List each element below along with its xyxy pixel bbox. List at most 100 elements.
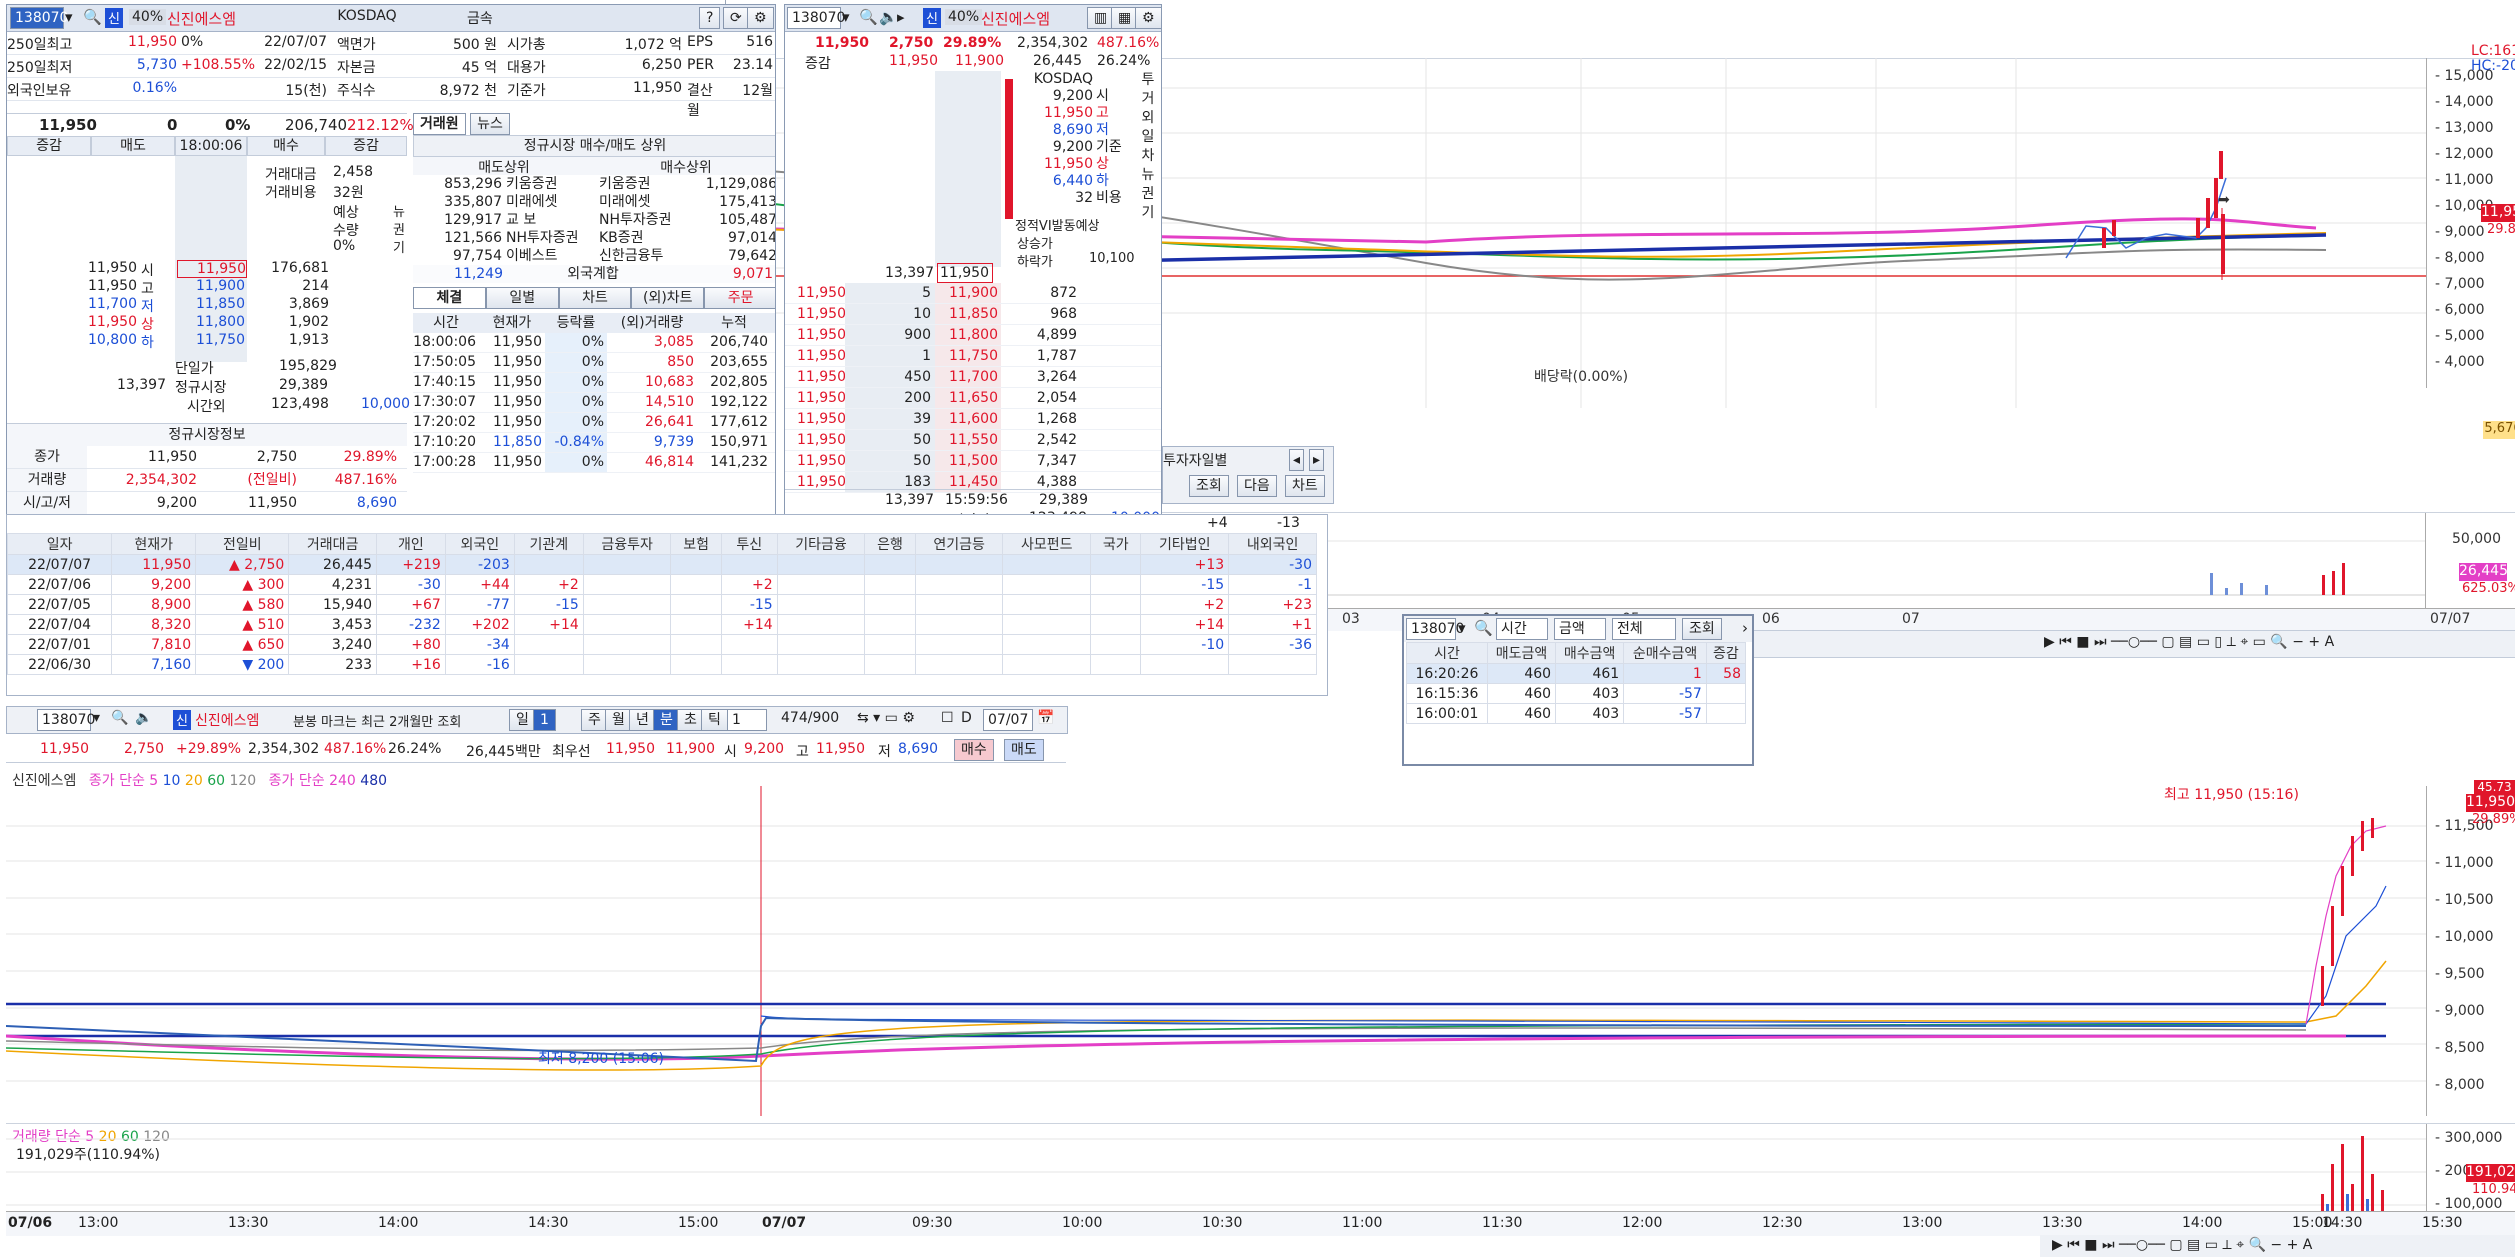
ob-arrow-icon[interactable]: ▸ bbox=[897, 8, 905, 26]
side-tag[interactable]: 뉴 bbox=[393, 204, 407, 222]
mt-period-second[interactable]: 초 bbox=[677, 709, 704, 731]
mt-period-minute[interactable]: 분 bbox=[653, 709, 680, 731]
investor-header-cell[interactable]: 금융투자 bbox=[582, 533, 672, 555]
search-icon[interactable]: 🔍 bbox=[83, 8, 102, 26]
mt-calendar-icon[interactable]: 📅 bbox=[1037, 710, 1054, 726]
ob-gear-icon[interactable]: ⚙ bbox=[1135, 7, 1161, 29]
mt-date-input[interactable]: 07/07 bbox=[983, 709, 1033, 731]
investor-row[interactable]: 22/07/05 8,900 ▲ 580 15,940 +67 -77 -15 -15 +2 +2… bbox=[7, 594, 1317, 615]
ob-bid-row[interactable]: 11,950 39 11,600 1,268 bbox=[785, 409, 1161, 430]
investor-header-cell[interactable]: 기타법인 bbox=[1140, 533, 1230, 555]
investor-header-cell[interactable]: 은행 bbox=[864, 533, 916, 555]
investor-next-icon[interactable]: ▸ bbox=[1309, 449, 1325, 471]
investor-header-cell[interactable]: 기타금융 bbox=[776, 533, 866, 555]
investor-header-cell[interactable]: 보험 bbox=[670, 533, 722, 555]
investor-table[interactable]: 일자 현재가 전일비 거래대금 개인 외국인 기관계 금융투자 보험 투신 기타금융 은행 연기금등 사모… bbox=[7, 533, 1317, 675]
tb-code-input[interactable]: 138070 bbox=[1406, 618, 1464, 640]
tab-broker[interactable]: 거래원 bbox=[413, 113, 466, 135]
investor-header-cell[interactable]: 연기금등 bbox=[914, 533, 1004, 555]
stock-name[interactable]: 신진에스엠 bbox=[167, 8, 236, 29]
ob-side-label[interactable]: 일 bbox=[1137, 128, 1159, 147]
ob-dropdown-icon[interactable]: ▾ bbox=[842, 8, 850, 26]
investor-prev-icon[interactable]: ◂ bbox=[1289, 449, 1305, 471]
mt-period-day[interactable]: 일 bbox=[509, 709, 536, 731]
tb-row[interactable]: 16:00:01 460 403 -57 bbox=[1406, 703, 1747, 724]
gear-icon[interactable]: ⚙ bbox=[747, 7, 774, 29]
ob-speaker-icon[interactable]: 🔈 bbox=[879, 8, 898, 26]
side-tags[interactable]: 뉴권기 bbox=[393, 204, 407, 258]
investor-header-cell[interactable]: 현재가 bbox=[111, 533, 197, 555]
help-button[interactable]: ? bbox=[699, 7, 721, 29]
investor-header-cell[interactable]: 일자 bbox=[7, 533, 113, 555]
tb-select-time[interactable]: 시간 bbox=[1496, 618, 1548, 640]
investor-next-button[interactable]: 다음 bbox=[1237, 475, 1277, 497]
subtab-1[interactable]: 일별 bbox=[485, 287, 559, 309]
ob-bid-row[interactable]: 11,950 450 11,700 3,264 bbox=[785, 367, 1161, 388]
ob-side-label[interactable]: 외 bbox=[1137, 109, 1159, 128]
tb-search-icon[interactable]: 🔍 bbox=[1474, 619, 1493, 637]
investor-header-cell[interactable]: 거래대금 bbox=[288, 533, 378, 555]
ob-side-label[interactable]: 투 bbox=[1137, 71, 1159, 90]
ob-bid-row[interactable]: 11,950 200 11,650 2,054 bbox=[785, 388, 1161, 409]
minute-bottom-toolbar[interactable]: ▶ ⏮ ■ ⏭ ──○── ▢ ▤ ▭ ⟂ ⌖ 🔍 − + A bbox=[2040, 1235, 2515, 1257]
mt-dropdown-icon[interactable]: ▾ bbox=[93, 710, 100, 726]
ob-bid-row[interactable]: 11,950 1 11,750 1,787 bbox=[785, 346, 1161, 367]
ob-side-label[interactable]: 거 bbox=[1137, 90, 1159, 109]
investor-row[interactable]: 22/07/06 9,200 ▲ 300 4,231 -30 +44 +2 +2 -15 -1 bbox=[7, 574, 1317, 595]
daily-toolbar-icons[interactable]: ▶ ⏮ ■ ⏭ ──○── ▢ ▤ ▭ ▯ ⟂ ⌖ ▭ 🔍 − + A bbox=[2044, 634, 2334, 650]
investor-header-cell[interactable]: 외국인 bbox=[444, 533, 515, 555]
mt-period-tick[interactable]: 틱 bbox=[701, 709, 728, 731]
investor-header-cell[interactable]: 국가 bbox=[1090, 533, 1142, 555]
mt-count-input[interactable]: 1 bbox=[727, 709, 767, 731]
investor-header-cell[interactable]: 내외국인 bbox=[1228, 533, 1317, 555]
ob-side-label[interactable]: 권 bbox=[1137, 185, 1159, 204]
tb-select-all[interactable]: 전체 bbox=[1612, 618, 1676, 640]
subtab-0[interactable]: 체결 bbox=[413, 287, 486, 309]
mt-search-icon[interactable]: 🔍 bbox=[111, 710, 128, 726]
subtab-4[interactable]: 주문 bbox=[704, 287, 775, 309]
minute-chart-area[interactable]: 신진에스엠 종가 단순 5 10 20 60 120 종가 단순 240 480… bbox=[6, 768, 2515, 1257]
investor-header-cell[interactable]: 전일비 bbox=[195, 533, 290, 555]
mt-tools-icons[interactable]: ⇆ ▾ ▭ ⚙ bbox=[857, 710, 915, 726]
tb-row[interactable]: 16:15:36 460 403 -57 bbox=[1406, 683, 1747, 704]
tb-table[interactable]: 시간 매도금액 매수금액 순매수금액 증감 16:20:26 460 461 1 58 16:15:… bbox=[1406, 642, 1747, 724]
ob-bid-row[interactable]: 11,950 50 11,500 7,347 bbox=[785, 451, 1161, 472]
ob-side-labels[interactable]: 투거외일차뉴권기 bbox=[1137, 71, 1159, 223]
buy-button[interactable]: 매수 bbox=[954, 739, 994, 761]
mt-code-input[interactable]: 138070 bbox=[37, 709, 95, 731]
ob-bid-row[interactable]: 11,950 10 11,850 968 bbox=[785, 304, 1161, 325]
ob-bid-row[interactable]: 11,950 50 11,550 2,542 bbox=[785, 430, 1161, 451]
tb-close-icon[interactable]: › bbox=[1742, 619, 1748, 637]
investor-row[interactable]: 22/07/01 7,810 ▲ 650 3,240 +80 -34 -10 -36 bbox=[7, 634, 1317, 655]
mt-speaker-icon[interactable]: 🔈 bbox=[135, 710, 152, 726]
tb-dropdown-icon[interactable]: ▾ bbox=[1458, 619, 1466, 637]
investor-header-cell[interactable]: 사모펀드 bbox=[1002, 533, 1092, 555]
refresh-icon[interactable]: ⟳ bbox=[723, 7, 749, 29]
investor-header-cell[interactable]: 투신 bbox=[720, 533, 778, 555]
mt-period-week[interactable]: 주 bbox=[581, 709, 608, 731]
investor-query-button[interactable]: 조회 bbox=[1189, 475, 1229, 497]
ob-search-icon[interactable]: 🔍 bbox=[859, 8, 878, 26]
mt-period-year[interactable]: 년 bbox=[629, 709, 656, 731]
ob-bid-row[interactable]: 11,950 5 11,900 872 bbox=[785, 283, 1161, 304]
investor-header-cell[interactable]: 기관계 bbox=[513, 533, 584, 555]
investor-row[interactable]: 22/07/04 8,320 ▲ 510 3,453 -232 +202 +14 +14 +14… bbox=[7, 614, 1317, 635]
side-tag[interactable]: 권 bbox=[393, 222, 407, 240]
ob-stock-name[interactable]: 신진에스엠 bbox=[981, 8, 1050, 29]
side-tag[interactable]: 기 bbox=[393, 240, 407, 258]
subtab-2[interactable]: 차트 bbox=[558, 287, 632, 309]
sell-button[interactable]: 매도 bbox=[1004, 739, 1044, 761]
investor-header-cell[interactable]: 개인 bbox=[376, 533, 446, 555]
mt-period-n[interactable]: 1 bbox=[533, 709, 556, 731]
ob-side-label[interactable]: 뉴 bbox=[1137, 166, 1159, 185]
mt-stock-name[interactable]: 신진에스엠 bbox=[195, 710, 259, 730]
investor-chart-button[interactable]: 차트 bbox=[1285, 475, 1325, 497]
investor-row[interactable]: 22/07/07 11,950 ▲ 2,750 26,445 +219 -203 +13 -3… bbox=[7, 554, 1317, 575]
tb-query-button[interactable]: 조회 bbox=[1682, 618, 1722, 640]
investor-row[interactable]: 22/06/30 7,160 ▼ 200 233 +16 -16 bbox=[7, 654, 1317, 675]
ob-code-input[interactable]: 138070 bbox=[787, 7, 845, 29]
tb-select-amount[interactable]: 금액 bbox=[1554, 618, 1606, 640]
ob-side-label[interactable]: 차 bbox=[1137, 147, 1159, 166]
subtab-3[interactable]: (외)차트 bbox=[631, 287, 705, 309]
tb-row[interactable]: 16:20:26 460 461 1 58 bbox=[1406, 663, 1747, 684]
